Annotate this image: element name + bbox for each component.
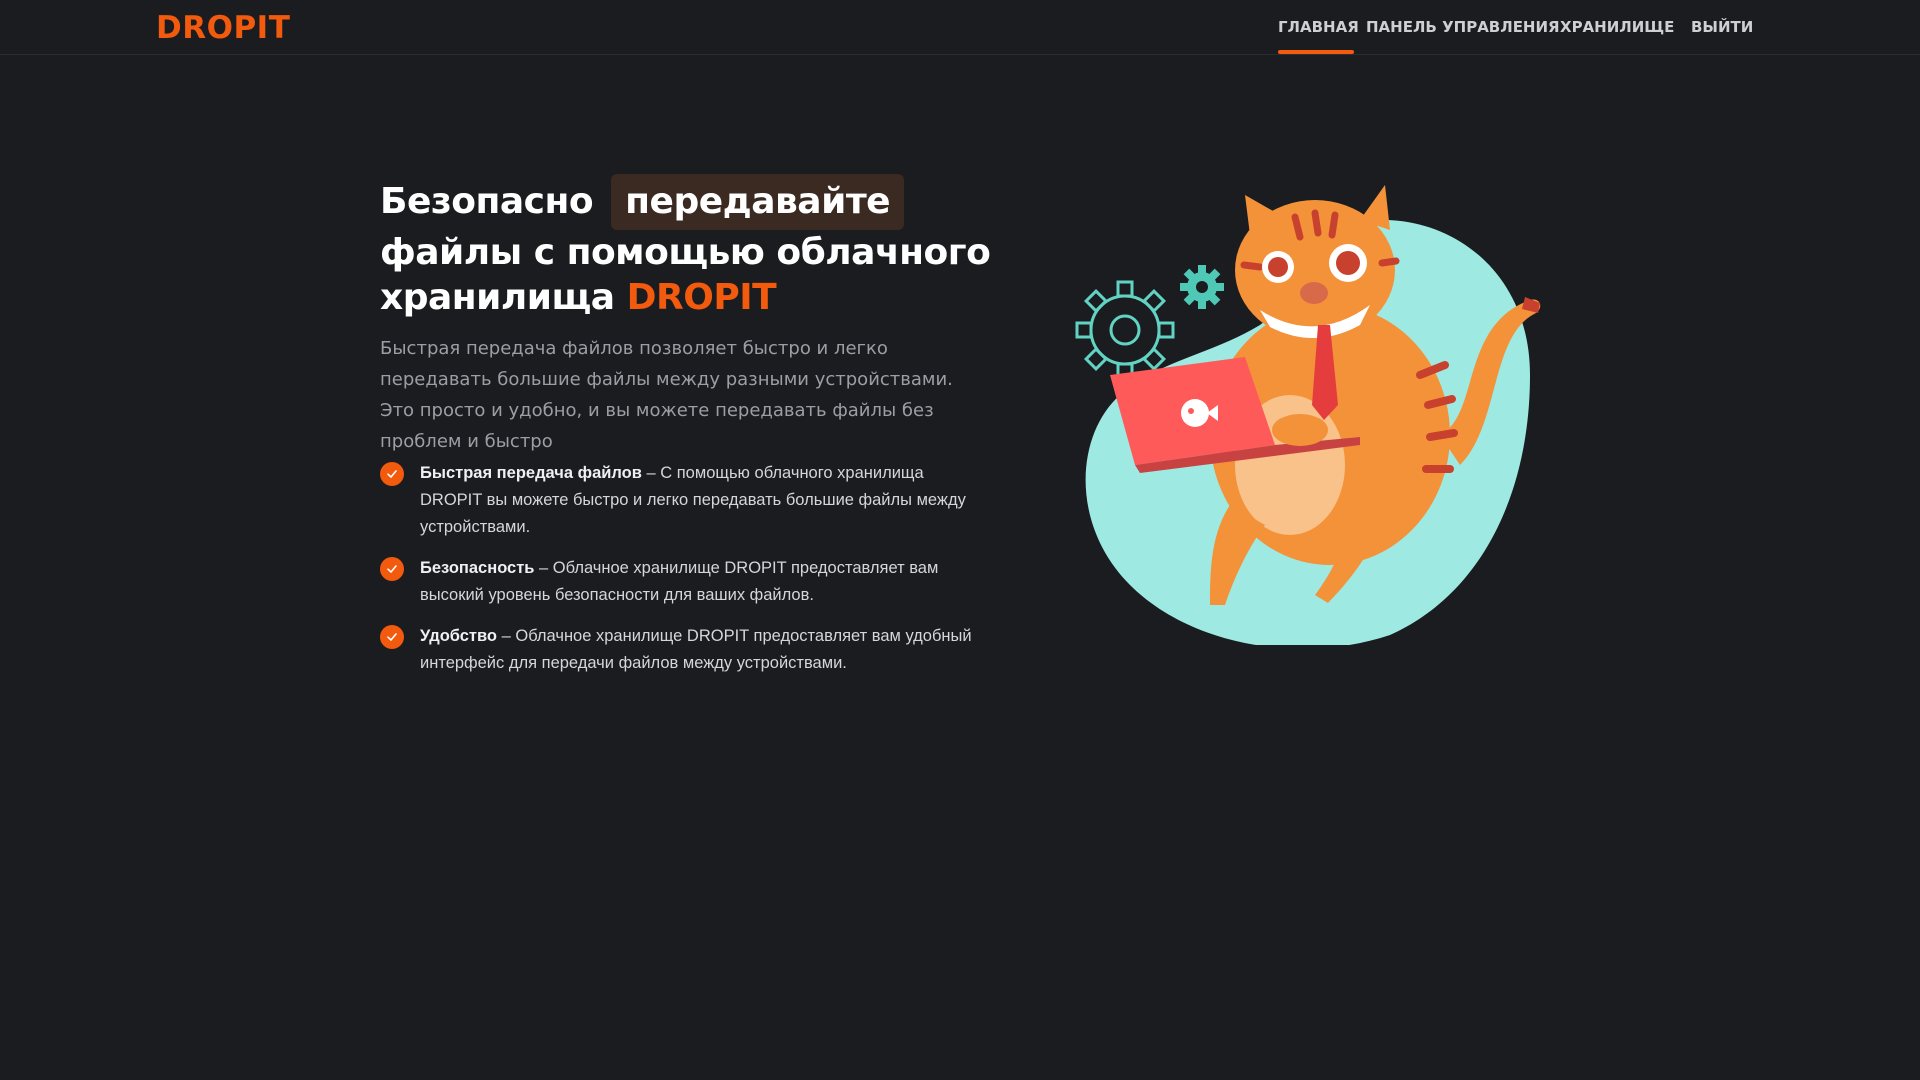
check-circle-icon	[380, 462, 404, 486]
small-gear-icon	[1180, 265, 1224, 309]
nav-dashboard[interactable]: ПАНЕЛЬ УПРАВЛЕНИЯ	[1366, 18, 1560, 36]
gear-icon	[1075, 280, 1175, 380]
hero-title-part1: Безопасно	[380, 181, 594, 222]
feature-text: Быстрая передача файлов – С помощью обла…	[420, 460, 980, 541]
feature-title: Быстрая передача файлов	[420, 464, 642, 482]
feature-title: Удобство	[420, 627, 498, 645]
feature-text: Безопасность – Облачное хранилище DROPIT…	[420, 555, 980, 609]
nav-active-indicator	[1278, 50, 1354, 54]
feature-item: Удобство – Облачное хранилище DROPIT пре…	[380, 623, 980, 677]
check-circle-icon	[380, 625, 404, 649]
hero-lead: Быстрая передача файлов позволяет быстро…	[380, 338, 953, 452]
feature-item: Безопасность – Облачное хранилище DROPIT…	[380, 555, 980, 609]
hero-title-highlight: передавайте	[611, 174, 905, 230]
top-navbar: DROPIT ГЛАВНАЯ ПАНЕЛЬ УПРАВЛЕНИЯ ХРАНИЛИ…	[0, 0, 1920, 55]
check-circle-icon	[380, 557, 404, 581]
nav-logout[interactable]: ВЫЙТИ	[1691, 18, 1753, 36]
feature-text: Удобство – Облачное хранилище DROPIT пре…	[420, 623, 980, 677]
hero-title-brand: DROPIT	[626, 277, 777, 318]
cat-with-laptop-illustration	[1060, 175, 1560, 649]
logo[interactable]: DROPIT	[156, 10, 290, 46]
nav-storage[interactable]: ХРАНИЛИЩЕ	[1560, 18, 1674, 36]
hero-title: Безопасно передавайте файлы с помощью об…	[380, 174, 1020, 320]
feature-item: Быстрая передача файлов – С помощью обла…	[380, 460, 980, 541]
feature-description: – Облачное хранилище DROPIT предоставляе…	[420, 627, 972, 672]
nav-home[interactable]: ГЛАВНАЯ	[1278, 18, 1359, 36]
feature-list: Быстрая передача файлов – С помощью обла…	[380, 460, 980, 691]
feature-title: Безопасность	[420, 559, 535, 577]
